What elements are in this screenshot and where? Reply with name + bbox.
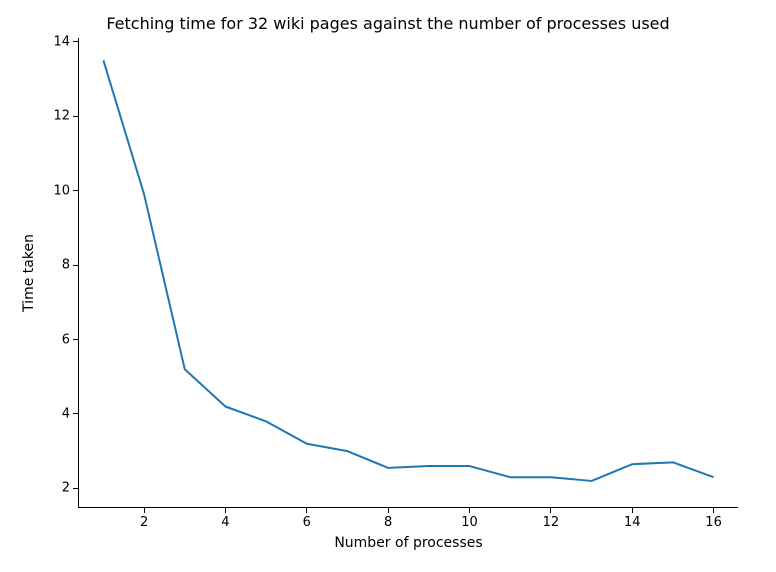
x-tick (388, 507, 389, 513)
line-plot (79, 38, 738, 507)
x-tick (144, 507, 145, 513)
x-tick-label: 16 (705, 515, 722, 530)
y-tick (73, 116, 79, 117)
y-tick-label: 4 (62, 406, 70, 421)
y-tick-label: 10 (53, 183, 70, 198)
y-tick (73, 190, 79, 191)
y-tick (73, 488, 79, 489)
y-tick (73, 413, 79, 414)
x-tick-label: 8 (384, 515, 392, 530)
y-tick-label: 8 (62, 258, 70, 273)
y-tick (73, 265, 79, 266)
y-tick-label: 6 (62, 332, 70, 347)
x-tick (225, 507, 226, 513)
y-tick-label: 2 (62, 481, 70, 496)
y-axis-label: Time taken (21, 234, 37, 312)
x-tick (632, 507, 633, 513)
y-tick (73, 339, 79, 340)
y-tick (73, 41, 79, 42)
y-tick-label: 12 (53, 109, 70, 124)
y-tick-label: 14 (53, 34, 70, 49)
x-tick (550, 507, 551, 513)
x-tick-label: 4 (221, 515, 229, 530)
x-axis-label: Number of processes (334, 535, 482, 551)
x-tick-label: 6 (303, 515, 311, 530)
series-line (103, 60, 713, 481)
plot-area: Time taken Number of processes 246810121… (78, 38, 738, 508)
x-tick-label: 12 (543, 515, 560, 530)
x-tick-label: 14 (624, 515, 641, 530)
chart-title: Fetching time for 32 wiki pages against … (0, 14, 776, 33)
x-tick (713, 507, 714, 513)
x-tick-label: 10 (461, 515, 478, 530)
x-tick (306, 507, 307, 513)
chart-container: Fetching time for 32 wiki pages against … (0, 0, 776, 572)
x-tick-label: 2 (140, 515, 148, 530)
x-tick (469, 507, 470, 513)
